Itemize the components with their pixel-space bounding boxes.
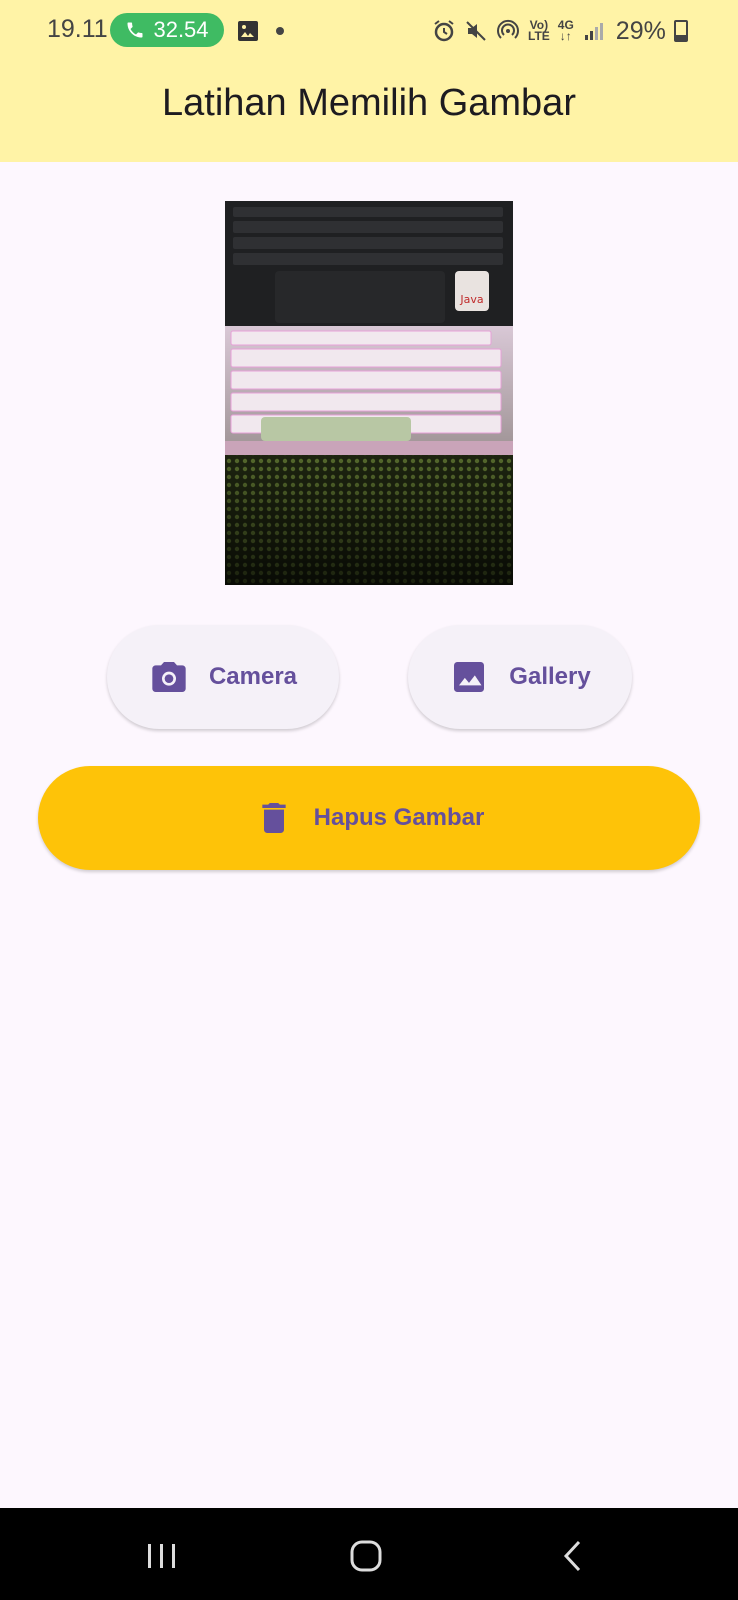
signal-icon: [584, 23, 603, 40]
gallery-button-label: Gallery: [509, 663, 591, 690]
delete-image-button-label: Hapus Gambar: [313, 804, 485, 831]
battery-percent: 29%: [615, 16, 666, 45]
mute-icon: [466, 21, 486, 41]
status-bar: 19.11 32.54 Vo) LTE 4G ↓↑ 29%: [0, 0, 738, 62]
camera-button-label: Camera: [208, 663, 298, 690]
gallery-notification-icon: [238, 21, 258, 41]
phone-icon: [127, 22, 143, 38]
keyboard-photo: Java: [225, 201, 513, 585]
image-icon: [454, 662, 485, 692]
camera-button[interactable]: Camera: [107, 625, 339, 729]
call-indicator[interactable]: 32.54: [110, 13, 224, 47]
camera-icon: [152, 662, 186, 692]
app-bar: 19.11 32.54 Vo) LTE 4G ↓↑ 29% Latihan Memi…: [0, 0, 738, 162]
gallery-button[interactable]: Gallery: [408, 625, 632, 729]
more-notifications-dot: [276, 27, 284, 35]
recent-apps-icon[interactable]: [142, 1536, 182, 1576]
network-type-indicator: 4G ↓↑: [557, 18, 574, 43]
system-icons: Vo) LTE 4G ↓↑ 29%: [432, 16, 688, 46]
trash-icon: [261, 803, 286, 833]
volte-indicator: Vo) LTE: [528, 18, 550, 43]
page-title: Latihan Memilih Gambar: [162, 82, 576, 124]
delete-image-button[interactable]: Hapus Gambar: [38, 766, 700, 870]
svg-text:Java: Java: [459, 293, 483, 306]
alarm-icon: [434, 20, 454, 42]
home-icon[interactable]: [346, 1536, 386, 1576]
selected-image-preview: Java: [225, 201, 513, 585]
system-navigation-bar: [0, 1508, 738, 1600]
status-time: 19.11: [47, 15, 108, 43]
call-timer: 32.54: [153, 17, 209, 42]
back-icon[interactable]: [554, 1536, 594, 1576]
battery-icon: [673, 20, 688, 42]
hotspot-icon: [497, 19, 519, 39]
